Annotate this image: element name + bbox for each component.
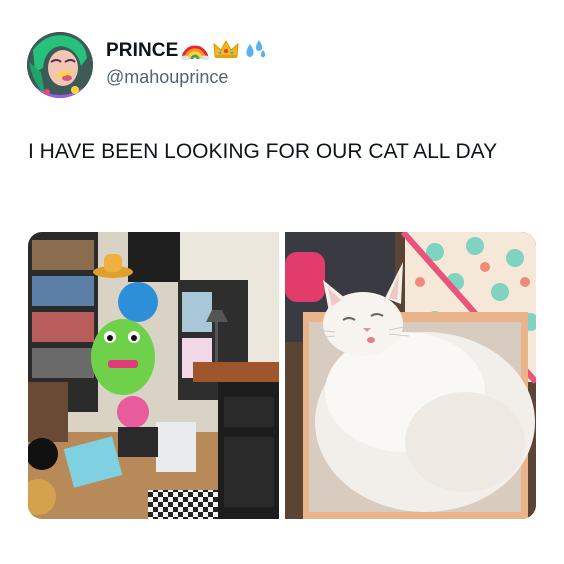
tweet-card: PRINCE @mahouprince I HAVE BEEN LOOKING … — [0, 0, 564, 564]
display-name-row[interactable]: PRINCE — [106, 38, 268, 64]
sweat-droplets-icon — [242, 38, 268, 65]
white-cat-in-box-photo[interactable] — [285, 232, 536, 519]
avatar[interactable] — [27, 32, 93, 98]
media-grid — [28, 232, 536, 519]
author-block: PRINCE @mahouprince — [106, 38, 268, 88]
avatar-image — [27, 32, 93, 98]
rainbow-icon — [180, 38, 210, 65]
display-name[interactable]: PRINCE — [106, 40, 178, 62]
messy-room-photo[interactable] — [28, 232, 279, 519]
tweet-text: I HAVE BEEN LOOKING FOR OUR CAT ALL DAY — [28, 140, 498, 163]
handle[interactable]: @mahouprince — [106, 67, 268, 88]
crown-icon — [212, 38, 240, 65]
